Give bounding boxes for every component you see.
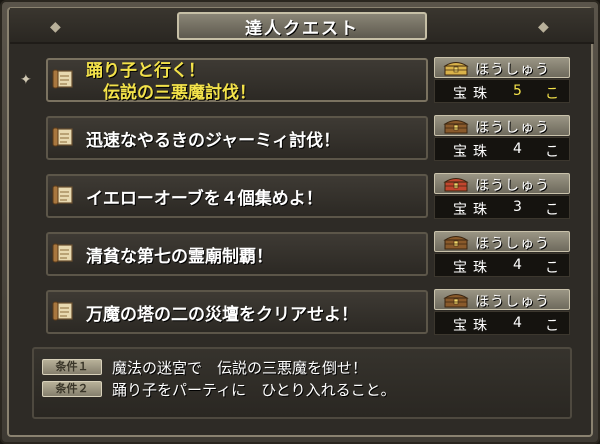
reward-item: 宝珠 <box>453 144 493 160</box>
reward-value: 宝珠 5 こ <box>434 79 570 103</box>
quest-row[interactable]: イエローオーブを４個集めよ！ ほうしゅう宝珠 3 こ <box>18 170 586 222</box>
reward-label: ほうしゅう <box>475 178 550 194</box>
window-title: 達人クエスト <box>245 18 359 39</box>
reward-item: 宝珠 <box>453 260 493 276</box>
reward-unit: こ <box>545 202 559 218</box>
reward-box: ほうしゅう宝珠 4 こ <box>434 231 570 277</box>
scroll-icon <box>52 69 73 89</box>
quest-title: 清貧な第七の霊廟制覇！ <box>86 242 273 267</box>
quest-row[interactable]: 清貧な第七の霊廟制覇！ ほうしゅう宝珠 4 こ <box>18 228 586 280</box>
quest-row[interactable]: 万魔の塔の二の災壇をクリアせよ！ ほうしゅう宝珠 4 こ <box>18 286 586 338</box>
reward-label: ほうしゅう <box>475 294 550 310</box>
quest-row[interactable]: ✦ 踊り子と行く！ 伝説の三悪魔討伐！ ほうしゅう宝珠 5 こ <box>18 54 586 106</box>
quest-title-line: 迅速なやるきのジャーミィ討伐！ <box>86 131 341 151</box>
reward-box: ほうしゅう宝珠 5 こ <box>434 57 570 103</box>
reward-value: 宝珠 4 こ <box>434 311 570 335</box>
reward-value: 宝珠 4 こ <box>434 253 570 277</box>
scroll-icon <box>52 127 73 147</box>
reward-value: 宝珠 4 こ <box>434 137 570 161</box>
quest-title-line: イエローオーブを４個集めよ！ <box>86 189 323 209</box>
quest-title-line: 踊り子と行く！ <box>86 61 205 81</box>
quest-title: イエローオーブを４個集めよ！ <box>86 184 323 209</box>
reward-qty: 4 <box>513 315 522 331</box>
reward-header: ほうしゅう <box>434 231 570 252</box>
reward-qty: 4 <box>513 141 522 157</box>
quest-window: ◆ 達人クエスト ◆ ✦ 踊り子と行く！ 伝説の三悪魔討伐！ ほうしゅう 宝珠 5 こ迅速… <box>0 0 600 444</box>
selection-cursor-icon: ✦ <box>20 72 32 88</box>
ornament-right-icon: ◆ <box>538 19 549 35</box>
treasure-chest-icon <box>443 236 469 250</box>
quest-title-line: 清貧な第七の霊廟制覇！ <box>86 247 273 267</box>
reward-qty: 4 <box>513 257 522 273</box>
reward-unit: こ <box>545 86 559 102</box>
reward-unit: こ <box>545 144 559 160</box>
reward-box: ほうしゅう宝珠 4 こ <box>434 115 570 161</box>
condition-text: 魔法の迷宮で 伝説の三悪魔を倒せ！ <box>112 359 368 377</box>
scroll-icon <box>52 185 73 205</box>
reward-qty: 5 <box>513 83 522 99</box>
treasure-chest-icon <box>443 178 469 192</box>
reward-item: 宝珠 <box>453 202 493 218</box>
reward-unit: こ <box>545 260 559 276</box>
reward-header: ほうしゅう <box>434 115 570 136</box>
quest-row[interactable]: 迅速なやるきのジャーミィ討伐！ ほうしゅう宝珠 4 こ <box>18 112 586 164</box>
reward-header: ほうしゅう <box>434 289 570 310</box>
title-bar: ◆ 達人クエスト ◆ <box>10 8 594 44</box>
quest-title-line: 万魔の塔の二の災壇をクリアせよ！ <box>86 305 358 325</box>
quest-title: 万魔の塔の二の災壇をクリアせよ！ <box>86 300 358 325</box>
reward-box: ほうしゅう宝珠 4 こ <box>434 289 570 335</box>
reward-qty: 3 <box>513 199 522 215</box>
quest-title: 迅速なやるきのジャーミィ討伐！ <box>86 126 340 151</box>
treasure-chest-icon <box>443 294 469 308</box>
title-plate: 達人クエスト <box>177 12 427 40</box>
reward-item: 宝珠 <box>453 86 493 102</box>
ornament-left-icon: ◆ <box>50 19 61 35</box>
condition-badge: 条件２ <box>42 381 102 397</box>
reward-label: ほうしゅう <box>475 62 550 78</box>
quest-title-line: 伝説の三悪魔討伐！ <box>86 83 256 103</box>
reward-label: ほうしゅう <box>475 236 550 252</box>
reward-header: ほうしゅう <box>434 173 570 194</box>
treasure-chest-icon <box>443 120 469 134</box>
reward-label: ほうしゅう <box>475 120 550 136</box>
treasure-chest-icon <box>443 62 469 76</box>
conditions-panel: 条件１ 魔法の迷宮で 伝説の三悪魔を倒せ！ 条件２ 踊り子をパーティに ひとり入… <box>32 347 572 419</box>
condition-text: 踊り子をパーティに ひとり入れること。 <box>112 381 396 399</box>
reward-box: ほうしゅう宝珠 3 こ <box>434 173 570 219</box>
reward-value: 宝珠 3 こ <box>434 195 570 219</box>
reward-item: 宝珠 <box>453 318 493 334</box>
condition-badge: 条件１ <box>42 359 102 375</box>
reward-unit: こ <box>545 318 559 334</box>
reward-header: ほうしゅう <box>434 57 570 78</box>
scroll-icon <box>52 301 73 321</box>
scroll-icon <box>52 243 73 263</box>
quest-title: 踊り子と行く！ 伝説の三悪魔討伐！ <box>86 60 256 104</box>
